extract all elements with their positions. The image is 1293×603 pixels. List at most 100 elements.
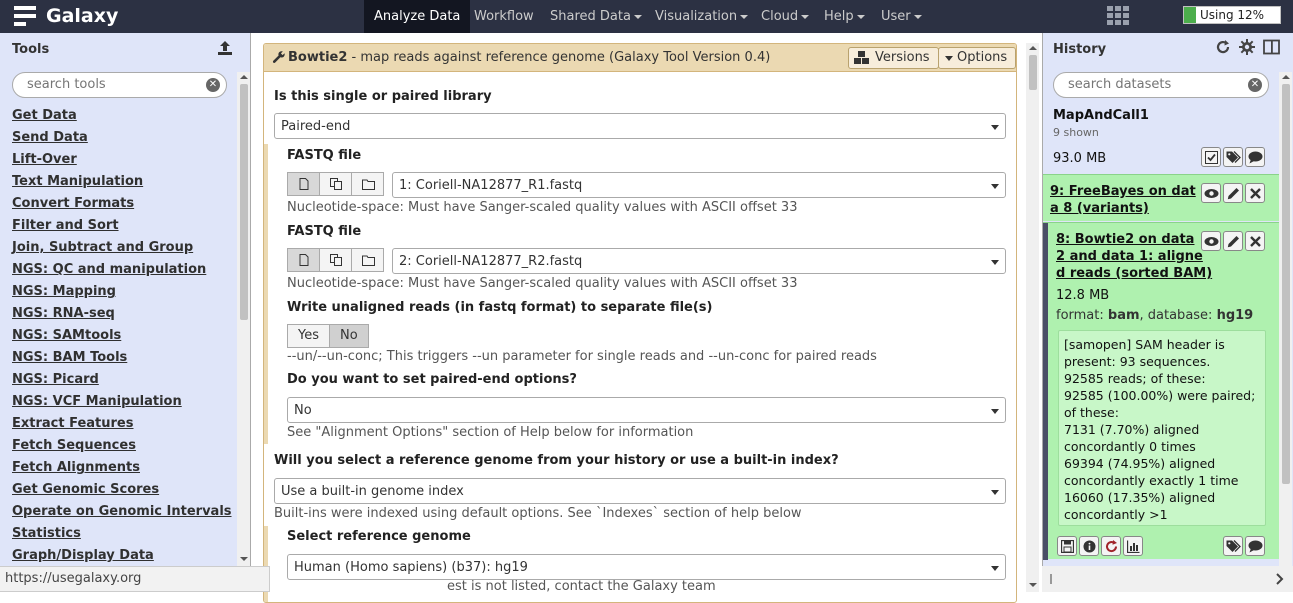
nav-visualization[interactable]: Visualization: [645, 0, 758, 33]
fastq1-select[interactable]: 1: Coriell-NA12877_R1.fastq: [392, 172, 1006, 198]
clear-search-icon[interactable]: ✕: [1248, 78, 1262, 92]
dataset-9-title-line1[interactable]: 9: FreeBayes on dat: [1050, 183, 1196, 200]
dataset-8-view-button[interactable]: [1201, 231, 1221, 251]
tool-section-operate-on-genomic-intervals[interactable]: Operate on Genomic Intervals: [12, 505, 237, 527]
tool-section-text-manipulation[interactable]: Text Manipulation: [12, 175, 237, 197]
dataset-8-delete-button[interactable]: [1245, 231, 1265, 251]
tool-search-input[interactable]: [27, 77, 197, 92]
scroll-down-icon[interactable]: [240, 556, 248, 562]
gear-icon[interactable]: [1239, 39, 1255, 55]
history-annotation-button[interactable]: [1245, 147, 1265, 167]
tool-section-ngs-bam-tools[interactable]: NGS: BAM Tools: [12, 351, 237, 373]
dataset-8-title-line1[interactable]: 8: Bowtie2 on data: [1056, 231, 1194, 248]
tool-section-join-subtract-and-group[interactable]: Join, Subtract and Group: [12, 241, 237, 263]
dataset-8-title-line3[interactable]: d reads (sorted BAM): [1056, 265, 1212, 282]
nav-user[interactable]: User: [871, 0, 932, 33]
no-button[interactable]: No: [329, 324, 369, 348]
dataset-8-edit-button[interactable]: [1223, 231, 1243, 251]
dataset-8-annotation-button[interactable]: [1245, 536, 1265, 556]
nav-analyze-data[interactable]: Analyze Data: [364, 0, 471, 33]
versions-button[interactable]: Versions: [848, 47, 939, 69]
select-datasets-button[interactable]: [1201, 147, 1221, 167]
nav-shared-data[interactable]: Shared Data: [540, 0, 652, 33]
history-search-box[interactable]: ✕: [1053, 72, 1269, 98]
tool-section-ngs-qc-and-manipulation[interactable]: NGS: QC and manipulation: [12, 263, 237, 285]
history-tags-button[interactable]: [1223, 147, 1243, 167]
dataset-9-delete-button[interactable]: [1245, 183, 1265, 203]
library-type-select[interactable]: Paired-end: [274, 113, 1006, 139]
scroll-up-icon[interactable]: [1029, 45, 1037, 51]
unaligned-toggle: Yes No: [287, 324, 369, 348]
peek-line: 69394 (74.95%) aligned: [1064, 456, 1216, 471]
scroll-up-icon[interactable]: [240, 74, 248, 80]
dataset-8-info-button[interactable]: [1079, 536, 1099, 556]
tool-section-statistics[interactable]: Statistics: [12, 527, 237, 549]
quota-meter[interactable]: Using 12%: [1183, 6, 1281, 24]
columns-icon[interactable]: [1263, 39, 1280, 55]
tool-section-ngs-vcf-manipulation[interactable]: NGS: VCF Manipulation: [12, 395, 237, 417]
fastq1-mode-buttons: [287, 172, 384, 196]
multiple-datasets-button[interactable]: [319, 172, 352, 196]
tool-section-get-data[interactable]: Get Data: [12, 109, 237, 131]
ref-source-select[interactable]: Use a built-in genome index: [274, 478, 1006, 504]
collection-button[interactable]: [351, 248, 384, 272]
tool-section-send-data[interactable]: Send Data: [12, 131, 237, 153]
fastq2-select[interactable]: 2: Coriell-NA12877_R2.fastq: [392, 248, 1006, 274]
dataset-8-visualize-button[interactable]: [1123, 536, 1143, 556]
scroll-up-icon[interactable]: [1282, 74, 1290, 80]
center-scrollbar-thumb[interactable]: [1029, 55, 1037, 90]
tags-icon: [1226, 151, 1241, 163]
drag-handle-icon[interactable]: [1050, 574, 1052, 584]
history-horizontal-scrollbar[interactable]: [1042, 566, 1293, 592]
tools-scrollbar-thumb[interactable]: [240, 84, 248, 320]
dataset-8-title-line2[interactable]: 2 and data 1: aligne: [1056, 248, 1203, 265]
nav-help[interactable]: Help: [814, 0, 875, 33]
scroll-down-icon[interactable]: [1029, 582, 1037, 588]
nav-workflow[interactable]: Workflow: [464, 0, 544, 33]
refresh-icon[interactable]: [1215, 39, 1231, 55]
history-shown-count[interactable]: 9 shown: [1053, 126, 1099, 139]
grid-apps-icon[interactable]: [1107, 6, 1129, 26]
yes-button[interactable]: Yes: [287, 324, 330, 348]
tool-section-ngs-picard[interactable]: NGS: Picard: [12, 373, 237, 395]
tool-section-filter-and-sort[interactable]: Filter and Sort: [12, 219, 237, 241]
single-dataset-button[interactable]: [287, 248, 320, 272]
tool-section-ngs-mapping[interactable]: NGS: Mapping: [12, 285, 237, 307]
dataset-9-title-line2[interactable]: a 8 (variants): [1050, 200, 1149, 217]
history-name[interactable]: MapAndCall1: [1053, 108, 1149, 123]
tools-scrollbar[interactable]: [237, 72, 250, 566]
nav-cloud[interactable]: Cloud: [751, 0, 819, 33]
chevron-right-icon[interactable]: [1276, 573, 1284, 585]
history-scrollbar-thumb[interactable]: [1282, 84, 1290, 484]
chevron-down-icon: [913, 14, 922, 19]
ref-genome-select[interactable]: Human (Homo sapiens) (b37): hg19: [287, 554, 1006, 580]
tool-section-get-genomic-scores[interactable]: Get Genomic Scores: [12, 483, 237, 505]
dataset-8-download-button[interactable]: [1057, 536, 1077, 556]
options-button[interactable]: Options: [938, 47, 1016, 69]
tool-section-extract-features[interactable]: Extract Features: [12, 417, 237, 439]
tool-section-fetch-alignments[interactable]: Fetch Alignments: [12, 461, 237, 483]
dataset-8-rerun-button[interactable]: [1101, 536, 1121, 556]
tool-search-box[interactable]: ✕: [12, 72, 227, 98]
pe-options-select[interactable]: No: [287, 397, 1006, 423]
tool-section-convert-formats[interactable]: Convert Formats: [12, 197, 237, 219]
select-arrow-icon: [991, 409, 999, 414]
tool-section-ngs-rna-seq[interactable]: NGS: RNA-seq: [12, 307, 237, 329]
collection-button[interactable]: [351, 172, 384, 196]
tool-section-lift-over[interactable]: Lift-Over: [12, 153, 237, 175]
history-search-input[interactable]: [1068, 77, 1238, 92]
history-scrollbar[interactable]: [1279, 72, 1292, 592]
dataset-9-view-button[interactable]: [1201, 183, 1221, 203]
dataset-9[interactable]: 9: FreeBayes on dat a 8 (variants): [1043, 174, 1279, 221]
tool-section-ngs-samtools[interactable]: NGS: SAMtools: [12, 329, 237, 351]
multiple-datasets-button[interactable]: [319, 248, 352, 272]
single-dataset-button[interactable]: [287, 172, 320, 196]
center-scrollbar[interactable]: [1026, 43, 1039, 592]
clear-search-icon[interactable]: ✕: [206, 78, 220, 92]
dataset-8-tags-button[interactable]: [1223, 536, 1243, 556]
galaxy-brand[interactable]: Galaxy: [14, 5, 118, 27]
tool-section-fetch-sequences[interactable]: Fetch Sequences: [12, 439, 237, 461]
peek-line: concordantly exactly 1 time: [1064, 473, 1239, 488]
upload-icon[interactable]: [216, 39, 234, 57]
dataset-9-edit-button[interactable]: [1223, 183, 1243, 203]
